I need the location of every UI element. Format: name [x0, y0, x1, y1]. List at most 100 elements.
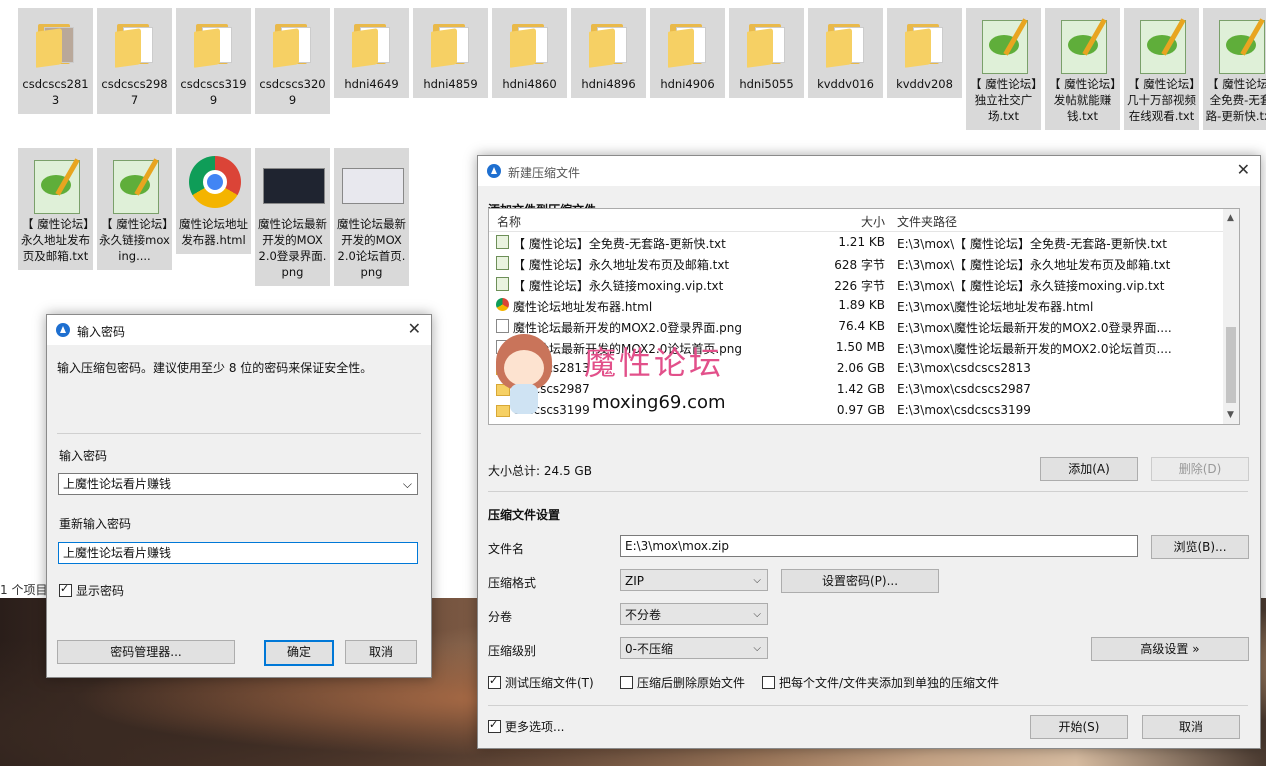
notepad-icon: [1132, 14, 1192, 74]
file-path: E:\3\mox\【 魔性论坛】永久链接moxing.vip.txt: [897, 279, 1165, 293]
file-path: E:\3\mox\魔性论坛最新开发的MOX2.0论坛首页....: [897, 342, 1172, 356]
file-size: 1.89 KB: [838, 298, 885, 312]
folder-icon: [342, 14, 402, 74]
filename-field[interactable]: E:\3\mox\mox.zip: [620, 535, 1138, 557]
level-select[interactable]: 0-不压缩 ⌵: [620, 637, 768, 659]
file-tile[interactable]: 魔性论坛最新开发的MOX2.0登录界面.png: [255, 148, 330, 286]
file-tile-label: 【 魔性论坛】几十万部视频在线观看.txt: [1127, 77, 1196, 123]
folder-icon: [737, 14, 797, 74]
file-tile[interactable]: 【 魔性论坛】永久地址发布页及邮箱.txt: [18, 148, 93, 270]
checkbox-icon: [59, 581, 72, 597]
scroll-down-icon[interactable]: ▼: [1227, 410, 1234, 420]
file-tile[interactable]: 【 魔性论坛】发帖就能赚钱.txt: [1045, 8, 1120, 130]
format-value: ZIP: [625, 574, 644, 588]
reenter-password-field[interactable]: 上魔性论坛看片赚钱: [58, 542, 418, 564]
file-tile-label: 魔性论坛地址发布器.html: [179, 217, 248, 247]
volume-select[interactable]: 不分卷 ⌵: [620, 603, 768, 625]
delete-source-checkbox[interactable]: 压缩后删除原始文件: [620, 675, 745, 691]
file-tile-label: 【 魔性论坛】独立社交广场.txt: [970, 77, 1037, 123]
chevron-down-icon[interactable]: ⌵: [403, 474, 412, 494]
scroll-up-icon[interactable]: ▲: [1227, 213, 1234, 223]
folder-icon: [895, 14, 955, 74]
notepad-icon: [974, 14, 1034, 74]
file-row[interactable]: 【 魔性论坛】永久链接moxing.vip.txt 226 字节 E:\3\mox\…: [489, 274, 1239, 295]
ok-button[interactable]: 确定: [264, 640, 334, 666]
file-tile[interactable]: hdni4906: [650, 8, 725, 98]
vertical-scrollbar[interactable]: ▲ ▼: [1223, 209, 1239, 424]
folder-icon: [500, 14, 560, 74]
scrollbar-thumb[interactable]: [1226, 327, 1236, 403]
file-name: 【 魔性论坛】永久地址发布页及邮箱.txt: [513, 258, 730, 272]
divider: [488, 705, 1248, 706]
file-tile[interactable]: 【 魔性论坛】永久链接moxing....: [97, 148, 172, 270]
file-tile[interactable]: csdcscs3199: [176, 8, 251, 114]
level-label: 压缩级别: [488, 644, 537, 658]
delete-source-label: 压缩后删除原始文件: [637, 676, 746, 690]
file-tile[interactable]: 【 魔性论坛】几十万部视频在线观看.txt: [1124, 8, 1199, 130]
chevron-down-icon: ⌵: [753, 643, 761, 654]
show-password-label: 显示密码: [76, 584, 125, 598]
file-path: E:\3\mox\csdcscs3199: [897, 403, 1031, 417]
add-button[interactable]: 添加(A): [1040, 457, 1138, 481]
reenter-password-label: 重新输入密码: [59, 517, 132, 531]
file-tile[interactable]: 【 魔性论坛】独立社交广场.txt: [966, 8, 1041, 130]
file-size: 0.97 GB: [836, 403, 885, 417]
cancel-button[interactable]: 取消: [345, 640, 417, 664]
test-archive-checkbox[interactable]: 测试压缩文件(T): [488, 673, 594, 691]
column-name[interactable]: 名称: [497, 213, 521, 230]
file-row[interactable]: 【 魔性论坛】永久地址发布页及邮箱.txt 628 字节 E:\3\mox\【 魔性…: [489, 253, 1239, 274]
show-password-checkbox[interactable]: 显示密码: [59, 581, 125, 599]
image-thumbnail: [341, 154, 404, 214]
file-tile[interactable]: hdni4859: [413, 8, 488, 98]
chrome-icon: [184, 154, 244, 214]
file-row[interactable]: 【 魔性论坛】全免费-无套路-更新快.txt 1.21 KB E:\3\mox\【 …: [489, 232, 1239, 253]
file-tile[interactable]: hdni4896: [571, 8, 646, 98]
file-tile[interactable]: 魔性论坛地址发布器.html: [176, 148, 251, 254]
browse-button[interactable]: 浏览(B)...: [1151, 535, 1249, 559]
folder-icon: [579, 14, 639, 74]
file-tile[interactable]: csdcscs2813: [18, 8, 93, 114]
format-select[interactable]: ZIP ⌵: [620, 569, 768, 591]
delete-button[interactable]: 删除(D): [1151, 457, 1249, 481]
file-tile[interactable]: csdcscs2987: [97, 8, 172, 114]
set-password-button[interactable]: 设置密码(P)...: [781, 569, 939, 593]
checkbox-icon: [488, 717, 501, 733]
password-label: 输入密码: [59, 449, 108, 463]
separate-archives-checkbox[interactable]: 把每个文件/文件夹添加到单独的压缩文件: [762, 675, 999, 691]
file-tile[interactable]: kvddv016: [808, 8, 883, 98]
mascot-icon: [492, 332, 554, 414]
column-path[interactable]: 文件夹路径: [897, 213, 957, 230]
file-tile[interactable]: kvddv208: [887, 8, 962, 98]
file-list-header: 名称 大小 文件夹路径: [489, 209, 1239, 232]
file-path: E:\3\mox\csdcscs2813: [897, 361, 1031, 375]
file-tile[interactable]: hdni4649: [334, 8, 409, 98]
file-size: 226 字节: [834, 279, 885, 293]
file-tile[interactable]: 【 魔性论坛】全免费-无套路-更新快.txt: [1203, 8, 1266, 130]
column-size[interactable]: 大小: [861, 213, 885, 230]
file-size: 1.42 GB: [836, 382, 885, 396]
advanced-settings-button[interactable]: 高级设置 »: [1091, 637, 1249, 661]
cancel-button[interactable]: 取消: [1142, 715, 1240, 739]
volume-label: 分卷: [488, 610, 513, 624]
watermark: 魔性论坛 moxing69.com: [492, 332, 792, 442]
start-button[interactable]: 开始(S): [1030, 715, 1128, 739]
file-tile-label: 魔性论坛最新开发的MOX2.0登录界面.png: [258, 217, 327, 279]
password-manager-button[interactable]: 密码管理器...: [57, 640, 235, 664]
separate-archives-label: 把每个文件/文件夹添加到单独的压缩文件: [779, 676, 1000, 690]
folder-icon: [816, 14, 876, 74]
file-tile[interactable]: hdni4860: [492, 8, 567, 98]
file-tile[interactable]: hdni5055: [729, 8, 804, 98]
password-field[interactable]: 上魔性论坛看片赚钱 ⌵: [58, 473, 418, 495]
file-tile-label: csdcscs2987: [101, 77, 168, 107]
checkbox-icon: [762, 676, 775, 689]
archive-dialog-title: 新建压缩文件: [508, 166, 581, 180]
close-icon[interactable]: ✕: [408, 319, 421, 338]
file-tile-label: csdcscs3209: [259, 77, 326, 107]
file-row[interactable]: 魔性论坛地址发布器.html 1.89 KB E:\3\mox\魔性论坛地址发布器.…: [489, 295, 1239, 316]
reenter-password-value: 上魔性论坛看片赚钱: [63, 546, 172, 560]
close-icon[interactable]: ✕: [1237, 160, 1250, 179]
file-tile[interactable]: csdcscs3209: [255, 8, 330, 114]
file-tile[interactable]: 魔性论坛最新开发的MOX2.0论坛首页.png: [334, 148, 409, 286]
more-options-checkbox[interactable]: 更多选项...: [488, 717, 564, 735]
file-tile-label: 魔性论坛最新开发的MOX2.0论坛首页.png: [337, 217, 406, 279]
